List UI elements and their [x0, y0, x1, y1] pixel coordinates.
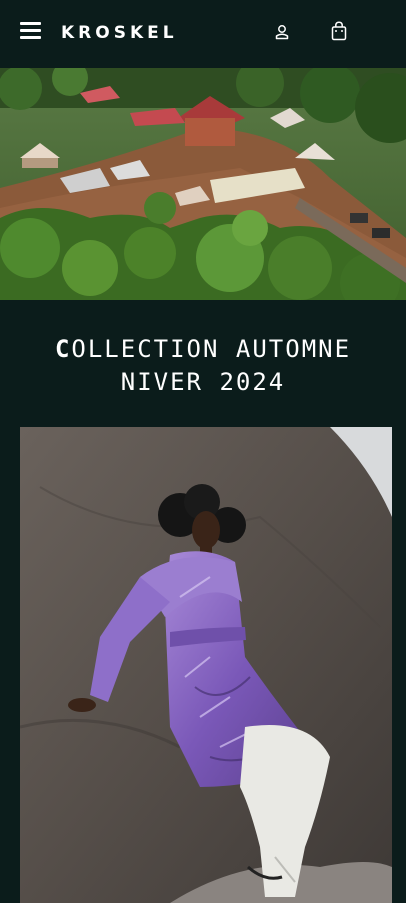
collection-title: COLLECTION AUTOMNE NIVER 2024 — [0, 333, 406, 399]
brand-logo[interactable]: KROSKEL — [61, 23, 178, 43]
hamburger-menu-icon[interactable] — [20, 22, 42, 40]
user-icon[interactable] — [274, 24, 290, 40]
collection-lookbook-photo[interactable] — [20, 427, 392, 903]
shopping-bag-icon[interactable] — [330, 21, 348, 41]
title-first-letter: C — [54, 335, 72, 363]
site-header: KROSKEL — [0, 0, 406, 68]
title-line1: OLLECTION AUTOMNE — [71, 335, 352, 363]
hero-aerial-image — [0, 68, 406, 300]
title-line2: NIVER 2024 — [120, 368, 286, 396]
